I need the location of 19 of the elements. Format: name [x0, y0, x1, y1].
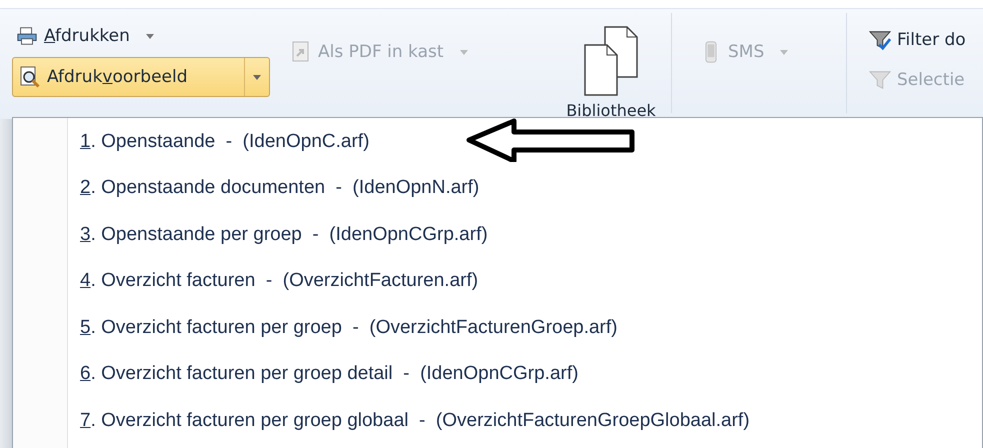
- funnel-icon: [869, 69, 891, 91]
- menu-item[interactable]: 3. Openstaande per groep - (IdenOpnCGrp.arf): [80, 218, 750, 266]
- documents-icon: [583, 25, 639, 97]
- filter-button[interactable]: Filter do: [865, 27, 970, 53]
- magnifier-page-icon: [19, 66, 41, 88]
- menu-item[interactable]: 5. Overzicht facturen per groep - (OverzichtFacturenGroep.arf): [80, 312, 750, 358]
- menu-item[interactable]: 1. Openstaande - (IdenOpnC.arf): [80, 126, 750, 172]
- menu-item[interactable]: 7. Overzicht facturen per groep globaal - (OverzichtFacturenGroepGlobaal.arf): [80, 404, 750, 448]
- menu-item[interactable]: 6. Overzicht facturen per groep detail - (IdenOpnCGrp.arf): [80, 358, 750, 405]
- caret-icon: [146, 34, 154, 38]
- print-preview-button[interactable]: Afdrukvoorbeeld: [12, 57, 270, 97]
- menu-item[interactable]: 2. Openstaande documenten - (IdenOpnN.arf): [80, 172, 750, 219]
- caret-icon: [460, 50, 468, 54]
- caret-icon: [780, 50, 788, 54]
- caret-icon: [253, 74, 261, 80]
- printer-icon: [16, 25, 38, 47]
- print-button[interactable]: Afdrukken: [12, 23, 274, 49]
- menu-item[interactable]: 4. Overzicht facturen - (OverzichtFacturen.arf): [80, 265, 750, 312]
- funnel-check-icon: [869, 29, 891, 51]
